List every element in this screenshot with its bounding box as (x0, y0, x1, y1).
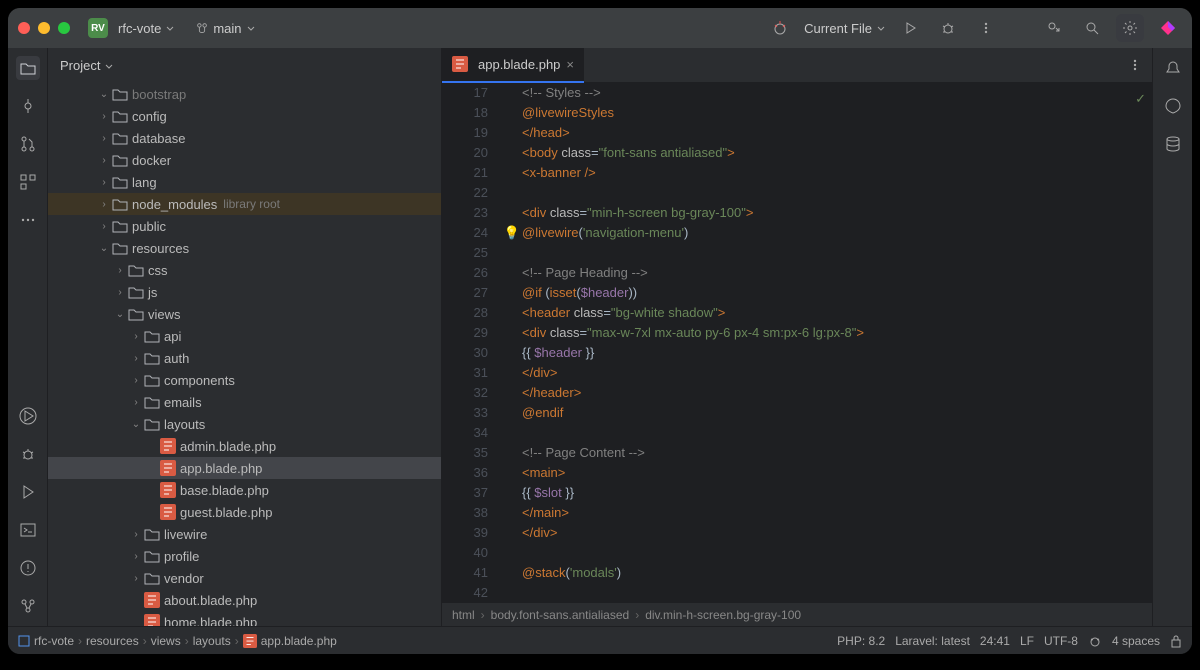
tree-folder[interactable]: ›config (48, 105, 441, 127)
tree-folder[interactable]: ›api (48, 325, 441, 347)
run-tool-icon[interactable] (16, 480, 40, 504)
status-caret-pos[interactable]: 24:41 (980, 634, 1010, 648)
commit-tool-icon[interactable] (16, 94, 40, 118)
status-xdebug-icon[interactable] (1088, 634, 1102, 648)
sidebar-title: Project (60, 58, 100, 73)
tree-folder[interactable]: ›public (48, 215, 441, 237)
left-tool-strip (8, 48, 48, 626)
project-selector[interactable]: rfc-vote (118, 21, 175, 36)
tree-file[interactable]: base.blade.php (48, 479, 441, 501)
settings-icon[interactable] (1116, 14, 1144, 42)
run-icon[interactable] (896, 14, 924, 42)
tree-folder[interactable]: ›docker (48, 149, 441, 171)
tab-label: app.blade.php (478, 57, 560, 72)
editor-pane: app.blade.php × ✓ 17 <!-- Styles -->18 @… (442, 48, 1152, 626)
editor-tabs: app.blade.php × (442, 48, 1152, 83)
project-tool-icon[interactable] (16, 56, 40, 80)
ide-logo-icon[interactable] (1154, 14, 1182, 42)
problems-tool-icon[interactable] (16, 556, 40, 580)
tree-folder[interactable]: ⌄resources (48, 237, 441, 259)
more-tools-icon[interactable] (16, 208, 40, 232)
tree-folder[interactable]: ›livewire (48, 523, 441, 545)
tab-close-icon[interactable]: × (566, 57, 574, 72)
titlebar: RV rfc-vote main Current File (8, 8, 1192, 48)
terminal-tool-icon[interactable] (16, 518, 40, 542)
code-with-me-icon[interactable] (1040, 14, 1068, 42)
tree-file[interactable]: app.blade.php (48, 457, 441, 479)
close-window[interactable] (18, 22, 30, 34)
tree-folder[interactable]: ›lang (48, 171, 441, 193)
status-readonly-icon[interactable] (1170, 634, 1182, 648)
tree-folder[interactable]: ›node_moduleslibrary root (48, 193, 441, 215)
tree-folder[interactable]: ⌄bootstrap (48, 83, 441, 105)
tree-folder[interactable]: ›components (48, 369, 441, 391)
tab-menu-icon[interactable] (1118, 58, 1152, 72)
window-controls (18, 22, 70, 34)
status-indent[interactable]: 4 spaces (1112, 634, 1160, 648)
tree-folder[interactable]: ›auth (48, 347, 441, 369)
vcs-tool-icon[interactable] (16, 594, 40, 618)
code-editor[interactable]: ✓ 17 <!-- Styles -->18 @livewireStyles19… (442, 83, 1152, 602)
branch-name: main (213, 21, 241, 36)
branch-icon (195, 21, 209, 35)
tab-app-blade[interactable]: app.blade.php × (442, 48, 584, 83)
project-badge: RV (88, 18, 108, 38)
services-tool-icon[interactable] (16, 404, 40, 428)
tree-file[interactable]: about.blade.php (48, 589, 441, 611)
tree-folder[interactable]: ⌄views (48, 303, 441, 325)
project-name: rfc-vote (118, 21, 161, 36)
debug-icon[interactable] (934, 14, 962, 42)
status-bar: rfc-vote › resources › views › layouts ›… (8, 626, 1192, 654)
database-tool-icon[interactable] (1161, 132, 1185, 156)
run-config-selector[interactable]: Current File (804, 21, 886, 36)
tree-folder[interactable]: ›vendor (48, 567, 441, 589)
project-tree[interactable]: ⌄bootstrap›config›database›docker›lang›n… (48, 83, 441, 626)
nav-breadcrumb[interactable]: rfc-vote › resources › views › layouts ›… (18, 634, 337, 648)
right-tool-strip (1152, 48, 1192, 626)
status-laravel[interactable]: Laravel: latest (895, 634, 970, 648)
tree-folder[interactable]: ⌄layouts (48, 413, 441, 435)
status-encoding[interactable]: UTF-8 (1044, 634, 1078, 648)
tree-folder[interactable]: ›js (48, 281, 441, 303)
minimize-window[interactable] (38, 22, 50, 34)
blade-file-icon (452, 56, 468, 72)
tree-folder[interactable]: ›css (48, 259, 441, 281)
status-php[interactable]: PHP: 8.2 (837, 634, 885, 648)
tree-folder[interactable]: ›emails (48, 391, 441, 413)
run-config-label: Current File (804, 21, 872, 36)
debug-tool-icon[interactable] (16, 442, 40, 466)
tree-file[interactable]: guest.blade.php (48, 501, 441, 523)
tree-folder[interactable]: ›database (48, 127, 441, 149)
ai-assistant-icon[interactable] (1161, 94, 1185, 118)
tree-file[interactable]: admin.blade.php (48, 435, 441, 457)
notifications-icon[interactable] (1161, 56, 1185, 80)
maximize-window[interactable] (58, 22, 70, 34)
search-icon[interactable] (1078, 14, 1106, 42)
tree-folder[interactable]: ›profile (48, 545, 441, 567)
more-icon[interactable] (972, 14, 1000, 42)
inspection-ok-icon[interactable]: ✓ (1135, 89, 1146, 109)
structure-tool-icon[interactable] (16, 170, 40, 194)
pull-requests-icon[interactable] (16, 132, 40, 156)
editor-breadcrumb[interactable]: html › body.font-sans.antialiased › div.… (442, 602, 1152, 626)
sidebar-header[interactable]: Project (48, 48, 441, 83)
tree-file[interactable]: home.blade.php (48, 611, 441, 626)
project-sidebar: Project ⌄bootstrap›config›database›docke… (48, 48, 442, 626)
debug-bug-icon[interactable] (766, 14, 794, 42)
branch-selector[interactable]: main (195, 21, 255, 36)
status-line-ending[interactable]: LF (1020, 634, 1034, 648)
